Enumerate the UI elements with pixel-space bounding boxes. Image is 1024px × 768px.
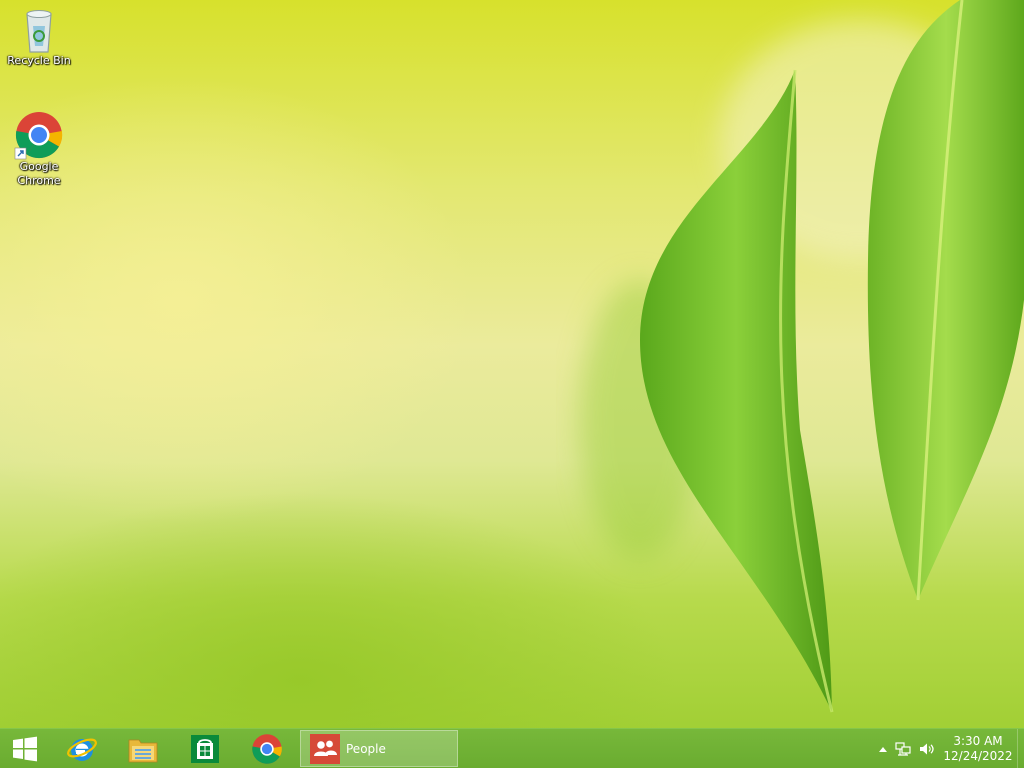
network-icon: [895, 741, 911, 756]
taskbar: People 3:30 AM 12/24/2022: [0, 728, 1024, 768]
wallpaper-leaves: [580, 0, 1024, 713]
show-desktop-button[interactable]: [1017, 729, 1024, 768]
chrome-icon: [252, 733, 282, 764]
volume-tray-button[interactable]: [915, 729, 939, 768]
internet-explorer-icon: [67, 738, 97, 761]
volume-icon: [920, 743, 934, 754]
chevron-up-icon: [879, 746, 887, 752]
people-icon: [310, 733, 340, 764]
file-explorer-icon: [128, 739, 158, 762]
taskbar-internet-explorer-button[interactable]: [52, 729, 112, 768]
store-icon: [191, 734, 219, 763]
network-tray-button[interactable]: [891, 729, 915, 768]
chrome-icon: [14, 112, 63, 160]
taskbar-chrome-button[interactable]: [237, 729, 297, 768]
taskbar-people-button[interactable]: People: [300, 730, 458, 767]
taskbar-store-button[interactable]: [175, 729, 235, 768]
desktop-icon-label: Recycle Bin: [7, 54, 71, 67]
desktop-icon-recycle-bin[interactable]: Recycle Bin: [3, 6, 75, 68]
system-tray: 3:30 AM 12/24/2022: [875, 729, 1024, 768]
clock[interactable]: 3:30 AM 12/24/2022: [939, 729, 1017, 768]
recycle-bin-icon: [26, 10, 52, 53]
clock-time: 3:30 AM: [953, 733, 1003, 748]
desktop[interactable]: Recycle Bin Google Chrome People 3:30 AM…: [0, 0, 1024, 768]
clock-date: 12/24/2022: [943, 748, 1013, 763]
taskbar-people-label: People: [346, 741, 386, 756]
desktop-icon-label: Google Chrome: [17, 160, 61, 187]
desktop-icon-google-chrome[interactable]: Google Chrome: [3, 110, 75, 188]
windows-logo-icon: [13, 736, 37, 761]
start-button[interactable]: [0, 729, 50, 768]
show-hidden-icons-button[interactable]: [875, 729, 891, 768]
taskbar-file-explorer-button[interactable]: [113, 729, 173, 768]
